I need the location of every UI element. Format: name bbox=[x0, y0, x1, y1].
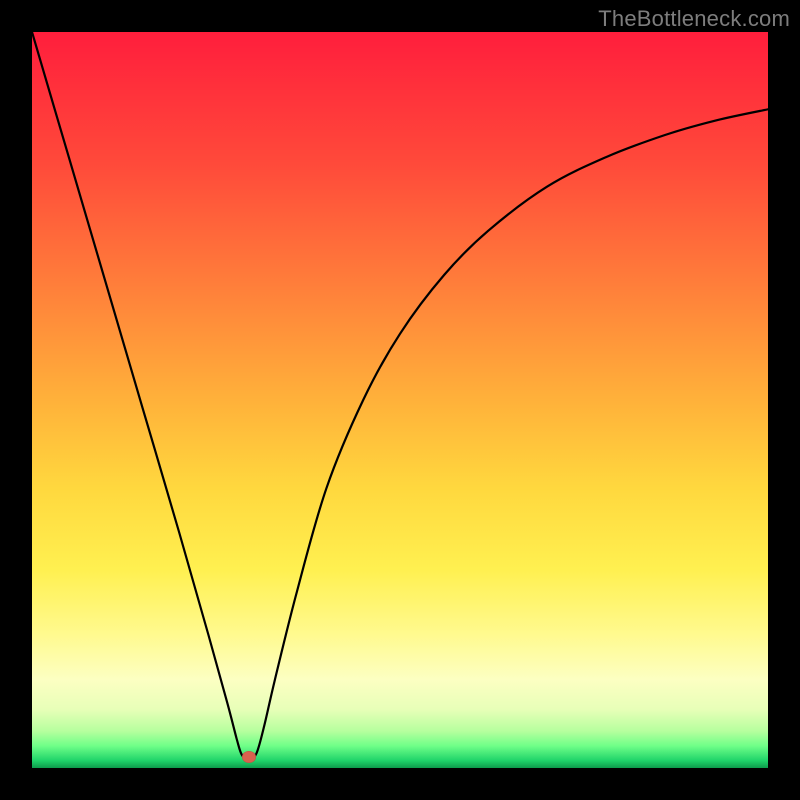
plot-area bbox=[32, 32, 768, 768]
watermark-text: TheBottleneck.com bbox=[598, 6, 790, 32]
chart-frame: TheBottleneck.com bbox=[0, 0, 800, 800]
optimal-point-marker bbox=[242, 751, 256, 763]
bottleneck-curve bbox=[32, 32, 768, 768]
curve-path bbox=[32, 32, 768, 761]
